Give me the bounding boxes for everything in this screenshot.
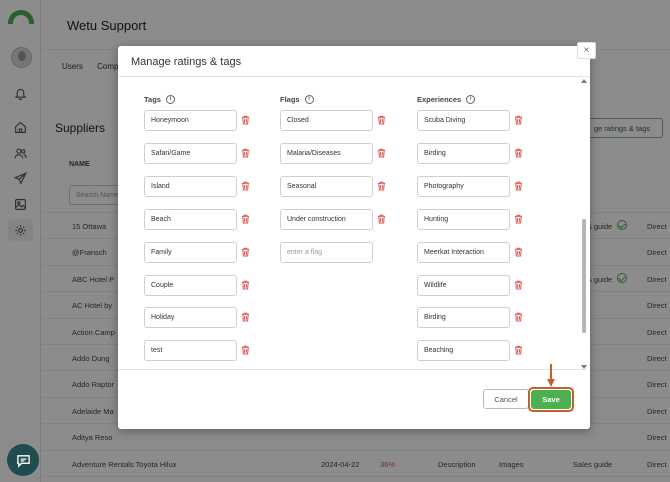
experiences-field[interactable]: Photography [417, 175, 510, 197]
manage-ratings-tags-modal: × Manage ratings & tags Tags i Honeymoon Sa… [118, 42, 596, 429]
column-header-flags: Flags i [280, 95, 314, 104]
column-header-label: Experiences [417, 95, 462, 104]
info-icon[interactable]: i [165, 95, 175, 104]
tags-field[interactable]: Safari/Game [144, 142, 237, 164]
scroll-up-icon[interactable] [581, 79, 587, 83]
trash-icon[interactable] [377, 181, 386, 191]
tags-field[interactable]: Island [144, 175, 237, 197]
trash-icon[interactable] [514, 148, 523, 158]
cancel-button[interactable]: Cancel [483, 389, 529, 409]
column-header-label: Tags [144, 95, 161, 104]
tags-field[interactable]: Holiday [144, 307, 237, 329]
chat-button[interactable] [7, 444, 39, 476]
trash-icon[interactable] [241, 214, 250, 224]
annotation-arrow-icon [546, 364, 556, 388]
trash-icon[interactable] [514, 115, 523, 125]
flags-field[interactable]: Malaria/Diseases [280, 142, 373, 164]
trash-icon[interactable] [241, 345, 250, 355]
flags-field[interactable]: Under construction [280, 208, 373, 230]
experiences-field[interactable]: Scuba Diving [417, 110, 510, 131]
experiences-field[interactable]: Birding [417, 142, 510, 164]
trash-icon[interactable] [377, 214, 386, 224]
experiences-field[interactable]: Wildlife [417, 274, 510, 296]
info-icon[interactable]: i [304, 95, 314, 104]
modal-body: Tags i Honeymoon Safari/Game Island Beach Fami… [118, 77, 586, 369]
trash-icon[interactable] [241, 312, 250, 322]
flags-field[interactable]: Closed [280, 110, 373, 131]
trash-icon[interactable] [241, 181, 250, 191]
trash-icon[interactable] [514, 345, 523, 355]
divider [118, 369, 586, 370]
column-header-tags: Tags i [144, 95, 175, 104]
scroll-thumb[interactable] [582, 219, 586, 333]
tags-field[interactable]: Beach [144, 208, 237, 230]
new-flags-input[interactable]: enter a flag [280, 241, 373, 263]
trash-icon[interactable] [241, 115, 250, 125]
experiences-field[interactable]: Meerkat Interaction [417, 241, 510, 263]
trash-icon[interactable] [514, 280, 523, 290]
trash-icon[interactable] [514, 214, 523, 224]
close-icon[interactable]: × [577, 42, 596, 59]
flags-field[interactable]: Seasonal [280, 175, 373, 197]
trash-icon[interactable] [377, 148, 386, 158]
tags-field[interactable]: test [144, 340, 237, 362]
tags-field[interactable]: Family [144, 241, 237, 263]
trash-icon[interactable] [514, 247, 523, 257]
modal-title: Manage ratings & tags [131, 56, 242, 68]
trash-icon[interactable] [241, 280, 250, 290]
tags-field[interactable]: Couple [144, 274, 237, 296]
trash-icon[interactable] [241, 148, 250, 158]
chat-icon [16, 454, 30, 468]
experiences-field[interactable]: Hunting [417, 208, 510, 230]
experiences-field[interactable]: Beaching [417, 340, 510, 362]
trash-icon[interactable] [514, 312, 523, 322]
save-button[interactable]: Save [531, 390, 571, 409]
trash-icon[interactable] [241, 247, 250, 257]
trash-icon[interactable] [514, 181, 523, 191]
experiences-field[interactable]: Birding [417, 307, 510, 329]
tags-field[interactable]: Honeymoon [144, 110, 237, 131]
trash-icon[interactable] [377, 115, 386, 125]
column-header-experiences: Experiences i [417, 95, 476, 104]
modal-scrollbar[interactable] [581, 79, 587, 369]
column-header-label: Flags [280, 95, 300, 104]
info-icon[interactable]: i [466, 95, 476, 104]
